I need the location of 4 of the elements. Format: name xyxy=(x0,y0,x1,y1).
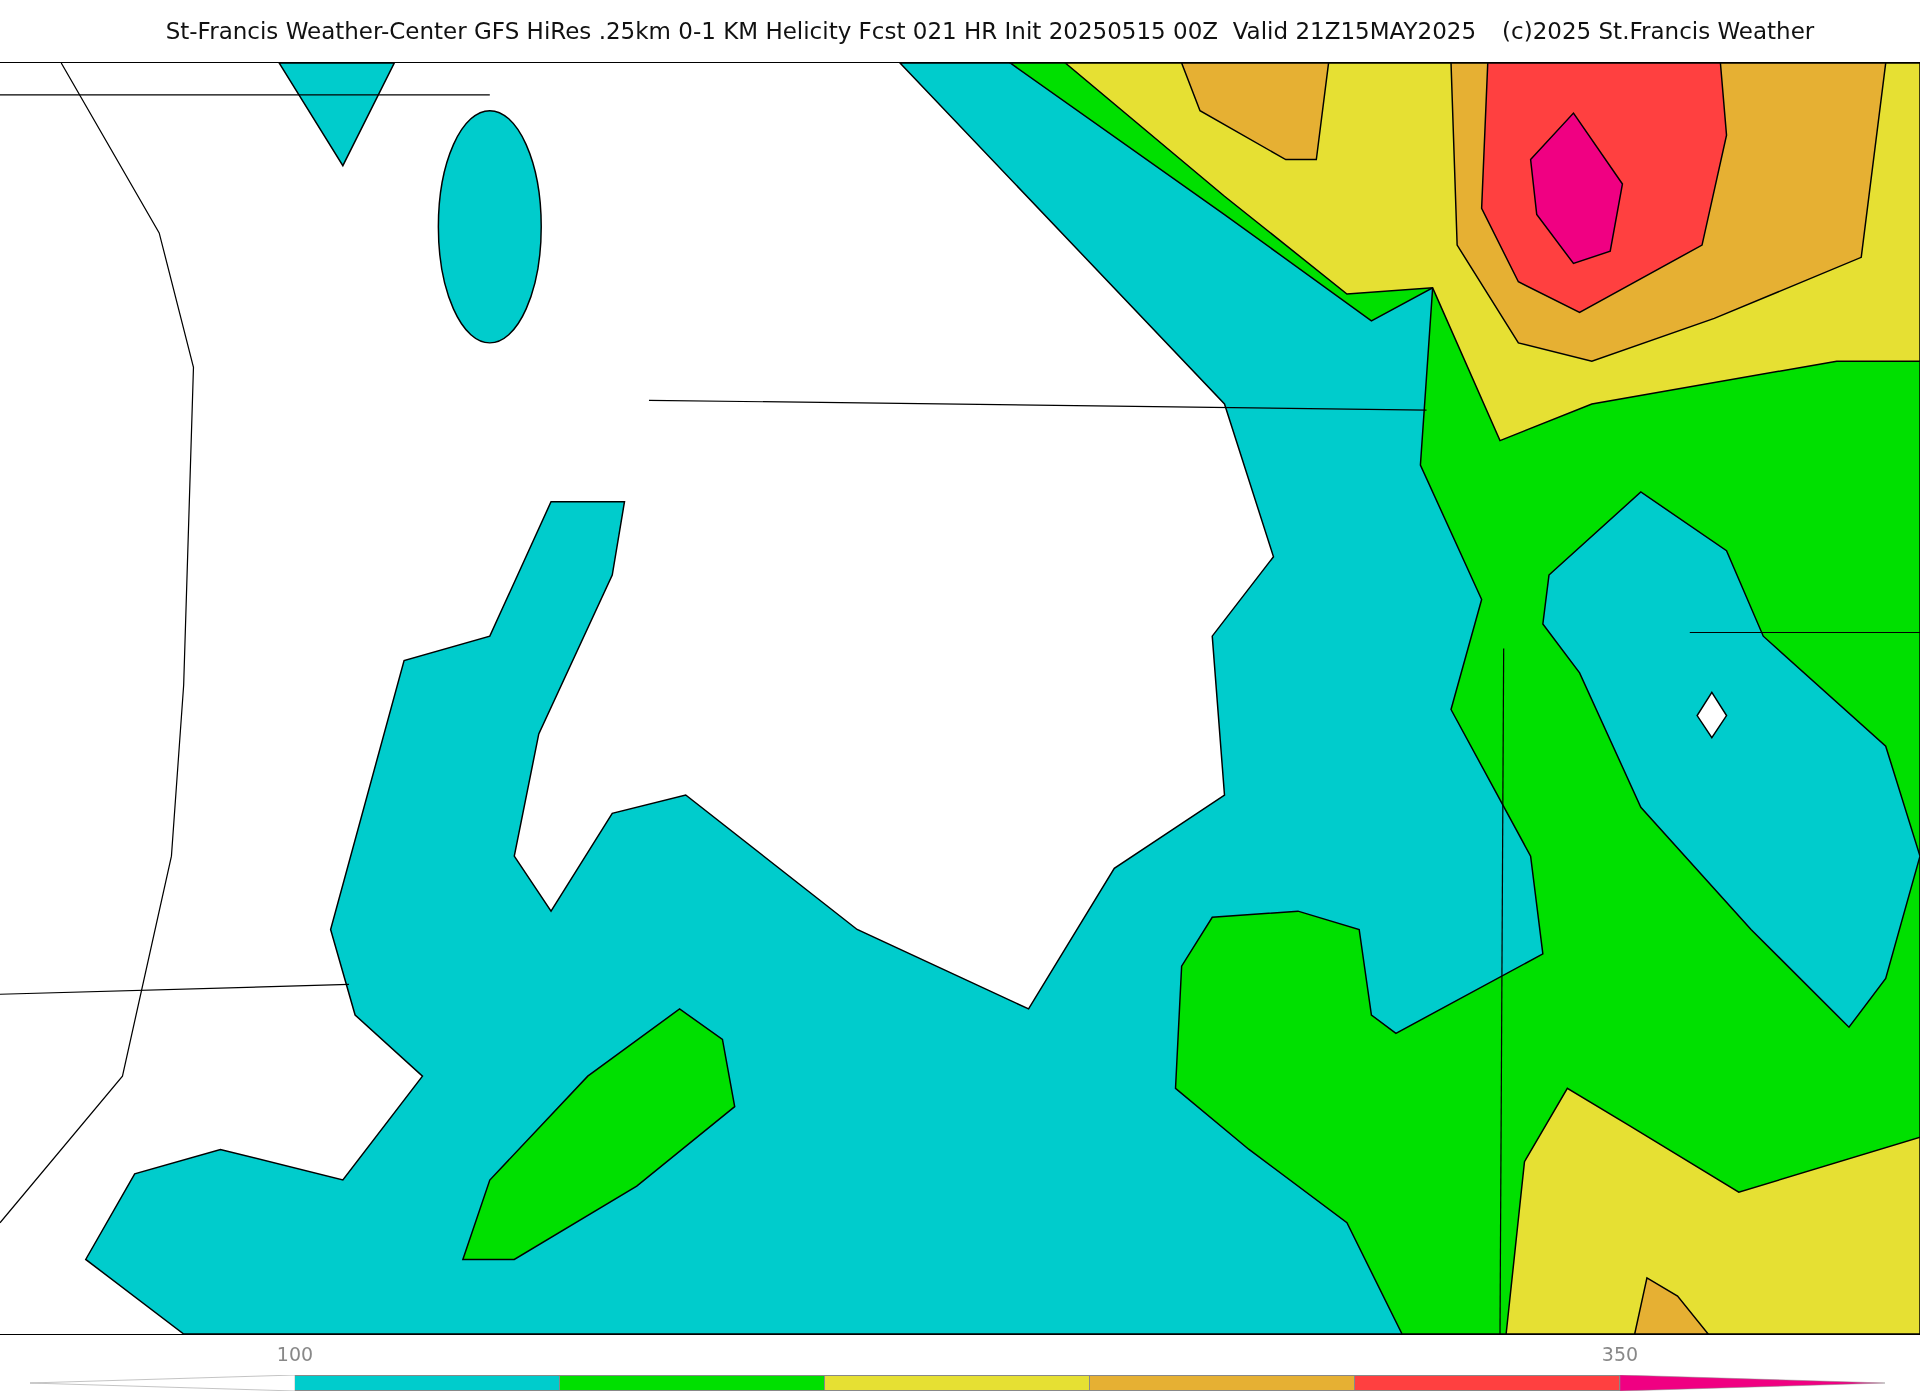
colorbar-tick-label: 350 xyxy=(1601,1343,1639,1365)
copyright-text: (c)2025 St.Francis Weather xyxy=(1502,18,1815,44)
chart-title: St-Francis Weather-Center GFS HiRes .25km 0-1 KM Helicity Fcst 021 HR Init 20250515 00Z Valid 21Z15MAY2025 xyxy=(165,18,1477,44)
colorbar-tick-label: 100 xyxy=(276,1343,314,1365)
